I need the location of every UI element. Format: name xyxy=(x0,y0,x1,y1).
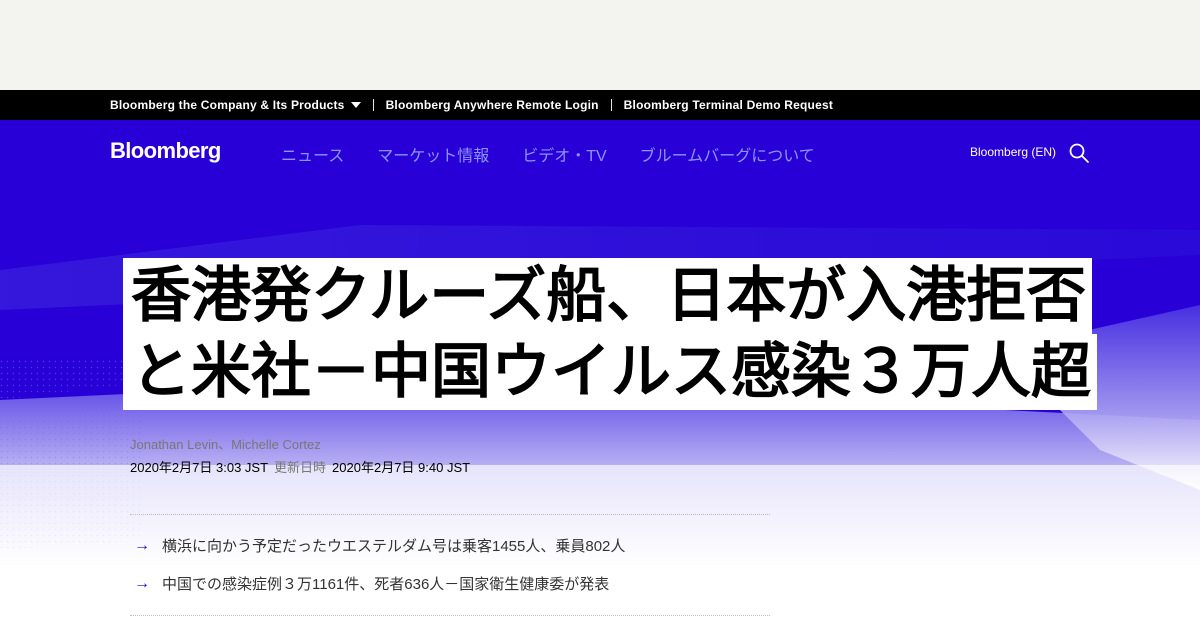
updated-label: 更新日時 xyxy=(274,460,327,475)
article-abstract: → 横浜に向かう予定だったウエステルダム号は乗客1455人、乗員802人 → 中… xyxy=(130,514,770,616)
topbar-company-products-link[interactable]: Bloomberg the Company & Its Products xyxy=(110,98,361,112)
published-time: 2020年2月7日 3:03 JST xyxy=(130,460,269,475)
ad-area xyxy=(0,0,1200,90)
article-dates: 2020年2月7日 3:03 JST 更新日時 2020年2月7日 9:40 JST xyxy=(130,457,470,476)
author-byline[interactable]: Jonathan Levin、Michelle Cortez xyxy=(130,434,321,453)
edition-switch-link[interactable]: Bloomberg (EN) xyxy=(970,145,1056,159)
nav-news[interactable]: ニュース xyxy=(281,142,344,166)
topbar-remote-login-link[interactable]: Bloomberg Anywhere Remote Login xyxy=(386,98,599,112)
topbar-demo-request-link[interactable]: Bloomberg Terminal Demo Request xyxy=(624,98,833,112)
article-headline: 香港発クルーズ船、日本が入港拒否 と米社－中国ウイルス感染３万人超 xyxy=(123,258,1103,410)
nav-video-tv[interactable]: ビデオ・TV xyxy=(522,142,606,166)
corporate-topbar: Bloomberg the Company & Its Products Blo… xyxy=(0,90,1200,120)
abstract-text: 中国での感染症例３万1161件、死者636人－国家衛生健康委が発表 xyxy=(162,576,610,593)
headline-line: と米社－中国ウイルス感染３万人超 xyxy=(123,334,1097,410)
arrow-right-icon: → xyxy=(134,536,150,554)
search-icon[interactable] xyxy=(1068,142,1090,164)
nav-about[interactable]: ブルームバーグについて xyxy=(640,142,815,166)
abstract-item: → 横浜に向かう予定だったウエステルダム号は乗客1455人、乗員802人 xyxy=(130,535,625,556)
headline-line: 香港発クルーズ船、日本が入港拒否 xyxy=(123,258,1093,334)
main-nav: ニュース マーケット情報 ビデオ・TV ブルームバーグについて xyxy=(281,142,815,166)
updated-time: 2020年2月7日 9:40 JST xyxy=(332,460,471,475)
abstract-item: → 中国での感染症例３万1161件、死者636人－国家衛生健康委が発表 xyxy=(130,573,609,594)
abstract-text: 横浜に向かう予定だったウエステルダム号は乗客1455人、乗員802人 xyxy=(162,538,626,555)
divider xyxy=(372,99,374,111)
nav-markets[interactable]: マーケット情報 xyxy=(377,142,489,166)
arrow-right-icon: → xyxy=(134,574,150,592)
bloomberg-logo[interactable]: Bloomberg xyxy=(110,138,221,164)
divider xyxy=(610,99,612,111)
topbar-link-label: Bloomberg the Company & Its Products xyxy=(110,98,345,112)
caret-down-icon xyxy=(350,101,361,108)
